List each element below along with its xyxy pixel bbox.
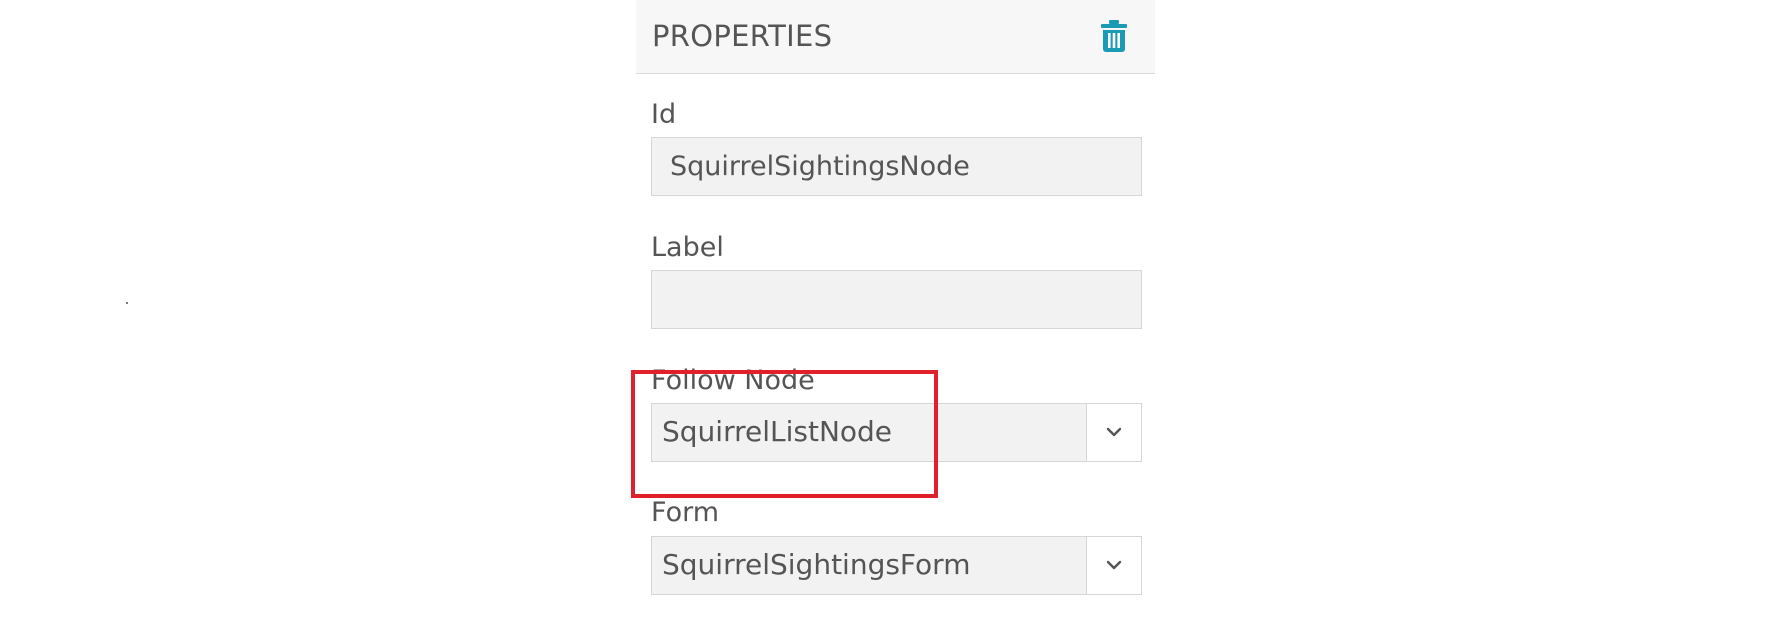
id-field[interactable] xyxy=(651,137,1142,196)
form-selected-value: SquirrelSightingsForm xyxy=(662,548,971,581)
properties-panel: PROPERTIES Id Label Follow Node Squirrel… xyxy=(636,0,1155,619)
follow-node-dropdown-button[interactable] xyxy=(1086,404,1141,461)
id-label: Id xyxy=(651,99,677,130)
panel-header: PROPERTIES xyxy=(636,0,1155,74)
label-field[interactable] xyxy=(651,270,1142,329)
chevron-down-icon xyxy=(1106,560,1122,570)
form-select[interactable]: SquirrelSightingsForm xyxy=(651,536,1142,595)
delete-button[interactable] xyxy=(1101,20,1137,56)
form-label: Form xyxy=(651,497,720,528)
stray-dot xyxy=(126,302,128,304)
panel-title: PROPERTIES xyxy=(652,19,833,53)
label-label: Label xyxy=(651,232,724,263)
form-dropdown-button[interactable] xyxy=(1086,537,1141,594)
trash-icon xyxy=(1101,20,1127,52)
chevron-down-icon xyxy=(1106,427,1122,437)
highlight-annotation xyxy=(631,370,938,498)
